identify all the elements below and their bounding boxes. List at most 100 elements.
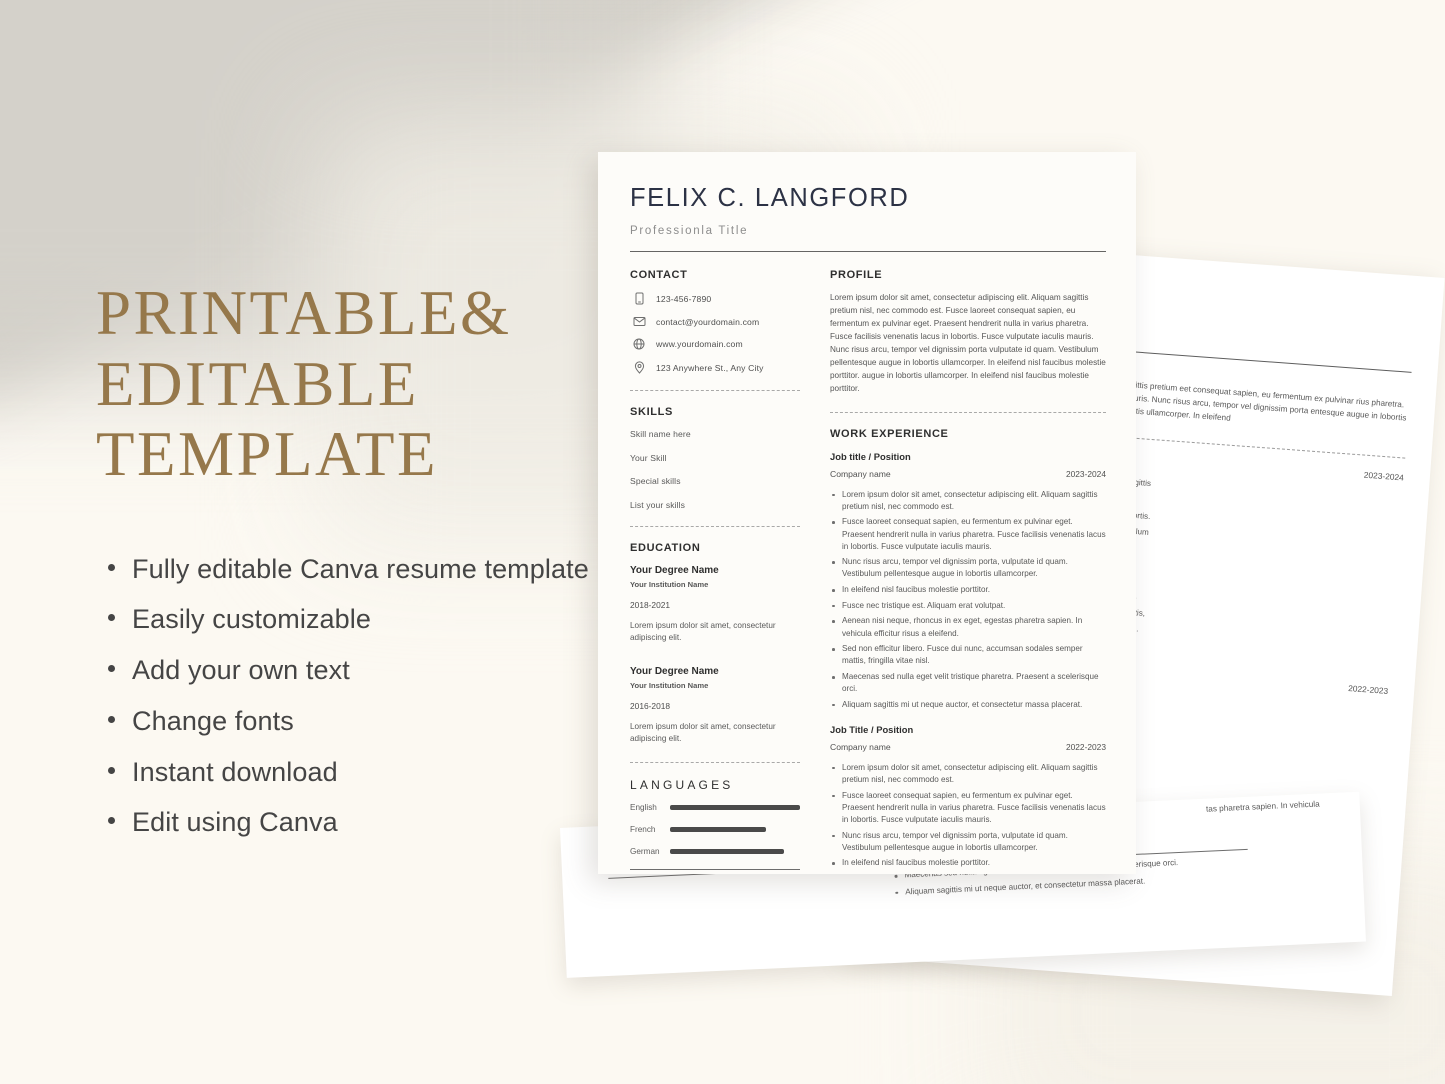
list-item-label: Instant download [132, 756, 338, 787]
skill-item: List your skills [630, 499, 686, 510]
list-item: Nunc risus arcu, tempor vel dignissim po… [830, 556, 1106, 580]
education-years: 2016-2018 [630, 701, 671, 712]
list-item: Fusce laoreet consequat sapien, eu ferme… [830, 790, 1106, 826]
language-row-french: French [630, 825, 800, 834]
header-divider [630, 251, 1106, 252]
job-company: Company name [830, 468, 891, 479]
contact-row-address: 123 Anywhere St., Any City [630, 361, 800, 374]
language-label: French [630, 824, 656, 834]
bullet-dot-icon [108, 817, 115, 825]
education-heading: EDUCATION [630, 541, 701, 554]
list-item: Edit using Canva [96, 801, 596, 845]
list-item: Nunc risus arcu, tempor vel dignissim po… [830, 830, 1106, 854]
skills-heading: SKILLS [630, 406, 674, 418]
profile-text: Lorem ipsum dolor sit amet, consectetur … [830, 293, 1106, 393]
bullet-dot-icon [108, 563, 115, 571]
resume-right-column: PROFILE Lorem ipsum dolor sit amet, cons… [816, 269, 1106, 874]
resume-page-main: FELIX C. LANGFORD Professionla Title CON… [598, 152, 1136, 874]
globe-icon [630, 338, 648, 350]
list-item-label: Fully editable Canva resume template [132, 553, 589, 584]
skill-item: Your Skill [630, 452, 667, 463]
skill-item: Skill name here [630, 429, 691, 439]
list-item: Change fonts [96, 700, 596, 744]
contact-value-address: 123 Anywhere St., Any City [656, 362, 764, 373]
language-level-fill [670, 848, 785, 854]
contact-value-phone: 123-456-7890 [656, 293, 712, 304]
job-title: Job title / Position [830, 450, 911, 462]
job-bullet-list: Lorem ipsum dolor sit amet, consectetur … [830, 762, 1106, 874]
promo-feature-list: Fully editable Canva resume template Eas… [96, 548, 596, 845]
language-row-english: English [630, 803, 800, 812]
promo-column: PRINTABLE& EDITABLE TEMPLATE Fully edita… [96, 278, 596, 852]
profile-heading: PROFILE [830, 269, 883, 281]
language-track [670, 826, 800, 832]
divider-dashed [630, 761, 800, 763]
contact-row-email: contact@yourdomain.com [630, 316, 800, 327]
education-description: Lorem ipsum dolor sit amet, consectetur … [630, 722, 776, 744]
divider-dashed [630, 525, 800, 527]
list-item: Aenean nisi neque, rhoncus in ex eget, e… [830, 615, 1106, 639]
job-company: Company name [830, 741, 891, 752]
list-item: Maecenas sed nulla eget velit tristique … [830, 671, 1106, 695]
divider-dashed [630, 390, 800, 391]
education-entry: Your Degree Name Your Institution Name 2… [630, 666, 800, 746]
institution-name: Your Institution Name [630, 681, 709, 691]
divider-dashed [830, 411, 1106, 413]
envelope-icon [630, 316, 648, 327]
job-entry: Job title / Position Company name 2023-2… [830, 451, 1106, 711]
location-pin-icon [630, 361, 648, 374]
list-item: In eleifend nisl faucibus molestie portt… [830, 857, 1106, 869]
bullet-dot-icon [108, 715, 115, 723]
contact-row-website: www.yourdomain.com [630, 338, 800, 350]
institution-name: Your Institution Name [630, 579, 709, 589]
work-experience-heading: WORK EXPERIENCE [830, 427, 949, 440]
resume-name: FELIX C. LANGFORD [630, 184, 910, 212]
list-item: Fusce laoreet consequat sapien, eu ferme… [830, 516, 1106, 552]
contact-heading: CONTACT [630, 269, 688, 281]
list-item: Instant download [96, 751, 596, 795]
list-item: Fully editable Canva resume template [96, 548, 596, 592]
degree-name: Your Degree Name [630, 564, 719, 576]
bullet-dot-icon [108, 614, 115, 622]
list-item: Easily customizable [96, 598, 596, 642]
education-years: 2018-2021 [630, 599, 671, 610]
language-track [670, 804, 800, 810]
job-bullet-list: Lorem ipsum dolor sit amet, consectetur … [830, 489, 1106, 711]
degree-name: Your Degree Name [630, 666, 719, 678]
list-item-label: Edit using Canva [132, 807, 338, 838]
bullet-dot-icon [108, 665, 115, 673]
list-item-label: Easily customizable [132, 604, 371, 635]
education-description: Lorem ipsum dolor sit amet, consectetur … [630, 620, 776, 642]
list-item-label: Add your own text [132, 655, 350, 686]
list-item: Lorem ipsum dolor sit amet, consectetur … [830, 762, 1106, 786]
contact-value-email: contact@yourdomain.com [656, 316, 760, 327]
list-item: Fusce nec tristique est. Aliquam erat vo… [830, 873, 1106, 874]
language-row-german: German [630, 847, 800, 856]
resume-role: Professionla Title [630, 225, 749, 237]
list-item: Add your own text [96, 649, 596, 693]
job-title: Job Title / Position [830, 723, 914, 735]
promo-title: PRINTABLE& EDITABLE TEMPLATE [96, 278, 512, 490]
phone-icon [630, 292, 648, 305]
list-item: In eleifend nisl faucibus molestie portt… [830, 584, 1106, 596]
bullet-dot-icon [108, 766, 115, 774]
language-level-fill [670, 826, 767, 832]
contact-value-website: www.yourdomain.com [656, 339, 743, 349]
skill-item: Special skills [630, 476, 681, 486]
list-item: Sed non efficitur libero. Fusce dui nunc… [830, 643, 1106, 667]
language-label: German [630, 846, 660, 856]
job-years: 2022-2023 [1065, 741, 1106, 752]
list-item: Aliquam sagittis mi ut neque auctor, et … [830, 699, 1106, 711]
list-item: Lorem ipsum dolor sit amet, consectetur … [830, 489, 1106, 513]
language-level-fill [670, 804, 800, 810]
contact-row-phone: 123-456-7890 [630, 292, 800, 305]
list-item: Fusce nec tristique est. Aliquam erat vo… [830, 600, 1106, 612]
language-track [670, 848, 800, 854]
language-label: English [630, 802, 657, 812]
job-entry: Job Title / Position Company name 2022-2… [830, 724, 1106, 874]
languages-heading: LANGUAGES [630, 777, 734, 792]
job-years: 2023-2024 [1065, 468, 1106, 479]
left-column-bottom-divider [630, 868, 800, 870]
list-item-label: Change fonts [132, 705, 294, 736]
resume-left-column: CONTACT 123-456-7890 contact@yourdomain.… [630, 269, 816, 874]
